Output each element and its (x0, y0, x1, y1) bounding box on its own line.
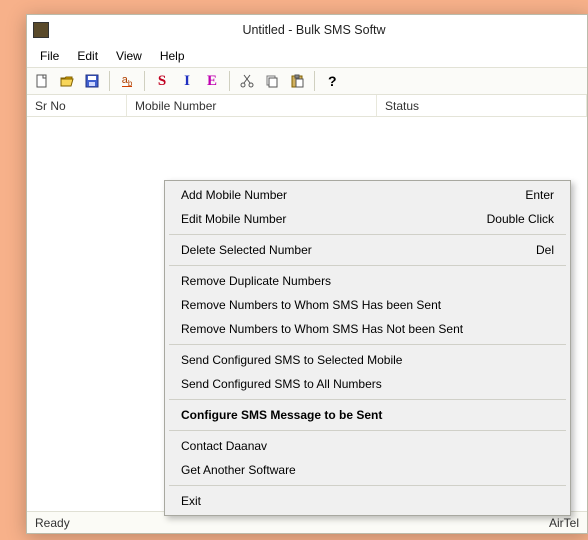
context-menu-label: Edit Mobile Number (181, 211, 487, 227)
open-icon[interactable] (56, 70, 78, 92)
menu-help[interactable]: Help (151, 47, 194, 65)
toolbar-separator (109, 71, 110, 91)
context-menu-label: Remove Duplicate Numbers (181, 273, 554, 289)
col-sr-no[interactable]: Sr No (27, 95, 127, 116)
context-menu-item[interactable]: Configure SMS Message to be Sent (167, 403, 568, 427)
context-menu-item[interactable]: Edit Mobile NumberDouble Click (167, 207, 568, 231)
context-menu-separator (169, 430, 566, 431)
col-status[interactable]: Status (377, 95, 587, 116)
toolbar-separator (229, 71, 230, 91)
context-menu-label: Send Configured SMS to Selected Mobile (181, 352, 554, 368)
copy-icon[interactable] (261, 70, 283, 92)
context-menu-item[interactable]: Remove Numbers to Whom SMS Has been Sent (167, 293, 568, 317)
context-menu-label: Remove Numbers to Whom SMS Has been Sent (181, 297, 554, 313)
column-headers: Sr No Mobile Number Status (27, 95, 587, 117)
context-menu-label: Delete Selected Number (181, 242, 536, 258)
context-menu-separator (169, 399, 566, 400)
new-icon[interactable] (31, 70, 53, 92)
context-menu-item[interactable]: Exit (167, 489, 568, 513)
context-menu-separator (169, 234, 566, 235)
context-menu-label: Contact Daanav (181, 438, 554, 454)
context-menu-separator (169, 344, 566, 345)
status-right: AirTel (549, 516, 579, 530)
context-menu-item[interactable]: Send Configured SMS to All Numbers (167, 372, 568, 396)
letter-e-icon[interactable]: E (201, 70, 223, 92)
context-menu-label: Exit (181, 493, 554, 509)
app-icon (33, 22, 49, 38)
letter-s-icon[interactable]: S (151, 70, 173, 92)
window-title: Untitled - Bulk SMS Softw (57, 23, 581, 37)
context-menu-shortcut: Enter (525, 187, 554, 203)
cut-icon[interactable] (236, 70, 258, 92)
help-icon[interactable]: ? (321, 70, 343, 92)
letter-i-icon[interactable]: I (176, 70, 198, 92)
context-menu-item[interactable]: Send Configured SMS to Selected Mobile (167, 348, 568, 372)
col-mobile[interactable]: Mobile Number (127, 95, 377, 116)
context-menu-label: Add Mobile Number (181, 187, 525, 203)
status-left: Ready (35, 516, 70, 530)
menubar: File Edit View Help (27, 45, 587, 67)
context-menu-item[interactable]: Remove Numbers to Whom SMS Has Not been … (167, 317, 568, 341)
context-menu-item[interactable]: Contact Daanav (167, 434, 568, 458)
context-menu-shortcut: Double Click (487, 211, 554, 227)
context-menu-separator (169, 265, 566, 266)
context-menu-separator (169, 485, 566, 486)
context-menu-item[interactable]: Add Mobile NumberEnter (167, 183, 568, 207)
context-menu-label: Configure SMS Message to be Sent (181, 407, 554, 423)
toolbar: ab S I E ? (27, 67, 587, 95)
menu-view[interactable]: View (107, 47, 151, 65)
context-menu-label: Send Configured SMS to All Numbers (181, 376, 554, 392)
context-menu-shortcut: Del (536, 242, 554, 258)
menu-file[interactable]: File (31, 47, 68, 65)
toolbar-separator (314, 71, 315, 91)
svg-text:?: ? (328, 73, 337, 89)
underline-icon[interactable]: ab (116, 70, 138, 92)
save-icon[interactable] (81, 70, 103, 92)
titlebar: Untitled - Bulk SMS Softw (27, 15, 587, 45)
menu-edit[interactable]: Edit (68, 47, 107, 65)
context-menu-label: Get Another Software (181, 462, 554, 478)
paste-icon[interactable] (286, 70, 308, 92)
context-menu: Add Mobile NumberEnterEdit Mobile Number… (164, 180, 571, 516)
app-window: Untitled - Bulk SMS Softw File Edit View… (26, 14, 588, 534)
context-menu-item[interactable]: Get Another Software (167, 458, 568, 482)
context-menu-label: Remove Numbers to Whom SMS Has Not been … (181, 321, 554, 337)
context-menu-item[interactable]: Delete Selected NumberDel (167, 238, 568, 262)
context-menu-item[interactable]: Remove Duplicate Numbers (167, 269, 568, 293)
toolbar-separator (144, 71, 145, 91)
